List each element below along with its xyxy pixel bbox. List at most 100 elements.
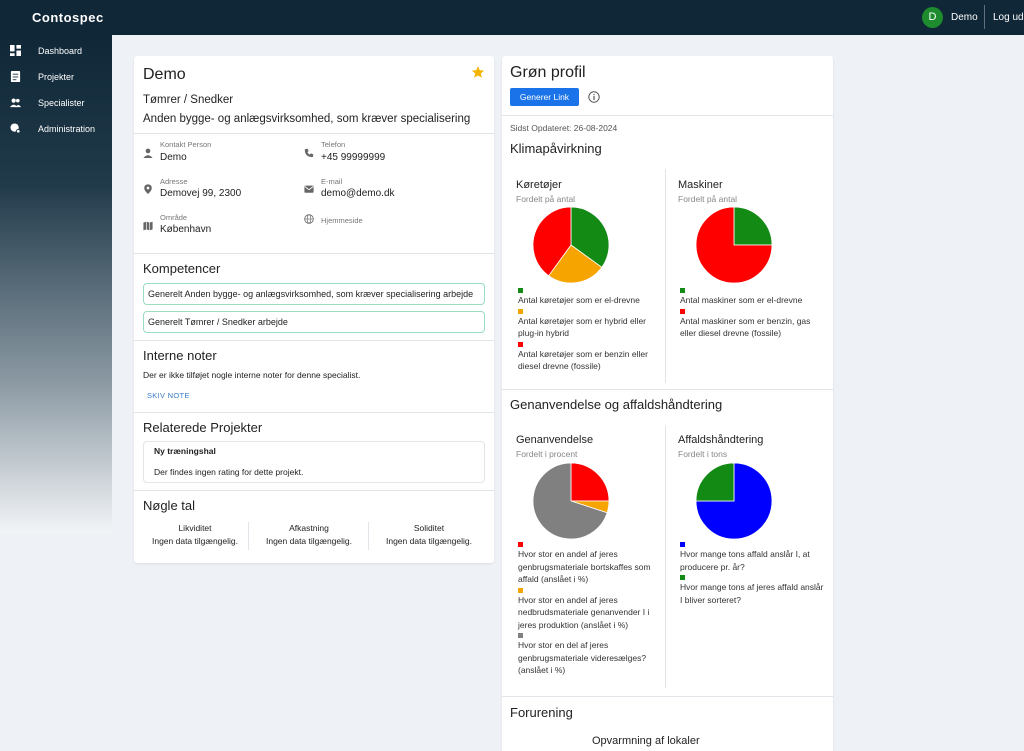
green-profile-title: Grøn profil [510,64,586,81]
recycling-title: Genanvendelse og affaldshåndtering [510,397,723,412]
email-label: E-mail [321,177,343,186]
key-figure-liquidity: Likviditet Ingen data tilgængelig. [136,523,254,546]
key-figure-value: Ingen data tilgængelig. [265,536,352,546]
key-figure-solidity: Soliditet Ingen data tilgængelig. [370,523,488,546]
legend-label: Hvor stor en andel af jeres nedbrudsmate… [518,594,650,630]
area-value: København [160,224,212,235]
legend-swatch [518,308,523,314]
legend-item: Antal køretøjer som er benzin eller dies… [518,341,666,373]
notes-empty-text: Der er ikke tilføjet nogle interne noter… [143,370,361,380]
green-profile-card: Grøn profil Generer Link Sidst Opdateret… [502,56,833,751]
specialist-role: Tømrer / Snedker [143,94,234,106]
divider [665,169,666,383]
heating-chart-title: Opvarmning af lokaler [592,735,700,747]
competencies-title: Kompetencer [143,261,221,276]
legend-label: Antal køretøjer som er el-drevne [518,295,640,305]
legend-swatch [680,308,685,314]
divider [134,340,494,341]
divider [134,412,494,413]
climate-title: Klimapåvirkning [510,141,602,156]
divider [134,133,494,134]
chart-subtitle: Fordelt i tons [678,449,728,459]
legend-swatch [518,288,523,293]
key-figure-label: Soliditet [413,523,445,533]
person-icon [143,148,153,158]
project-rating-text: Der findes ingen rating for dette projek… [154,467,304,477]
legend-swatch [680,542,685,547]
legend-label: Antal maskiner som er benzin, gas eller … [680,315,811,339]
key-figure-value: Ingen data tilgængelig. [151,536,238,546]
pollution-title: Forurening [510,705,573,720]
sidebar-item-dashboard[interactable]: Dashboard [0,40,112,62]
map-icon [143,221,153,231]
legend-swatch [518,341,523,347]
divider [665,426,666,688]
legend-label: Hvor mange tons affald anslår I, at prod… [680,549,810,572]
pie-slice [695,462,735,502]
avatar[interactable]: D [922,7,943,28]
related-projects-title: Relaterede Projekter [143,420,263,435]
divider [368,522,369,550]
sidebar-item-label: Dashboard [38,46,83,56]
project-name: Ny træningshal [154,446,216,456]
divider [502,696,833,697]
username[interactable]: Demo [951,12,978,23]
chart-title: Maskiner [678,179,723,191]
email-value[interactable]: demo@demo.dk [321,188,395,199]
recycling-legend: Hvor stor en andel af jeres genbrugsmate… [518,542,664,679]
chart-title: Køretøjer [516,179,562,191]
phone-icon [304,148,314,158]
logout-button[interactable]: Log ud [993,12,1024,23]
key-figure-label: Afkastning [289,523,329,533]
pie-slice [733,206,773,246]
machines-legend: Antal maskiner som er el-drevne Antal mas… [680,288,828,342]
info-icon[interactable] [588,91,600,103]
address-value: Demovej 99, 2300 [160,188,242,199]
project-card[interactable]: Ny træningshal Der findes ingen rating f… [143,441,485,483]
contact-value: Demo [160,152,187,163]
legend-item: Hvor stor en del af jeres genbrugsmateri… [518,633,664,677]
chart-title: Genanvendelse [516,434,594,446]
app-logo[interactable]: Contospec [32,10,104,25]
chart-subtitle: Fordelt i procent [516,449,578,459]
legend-swatch [518,587,523,593]
legend-label: Antal køretøjer som er benzin eller dies… [518,348,648,372]
address-label: Adresse [160,177,188,186]
machines-pie-chart [695,206,773,284]
divider [502,389,833,390]
sidebar-item-label: Administration [38,124,96,134]
star-icon[interactable] [471,65,485,79]
competency-item[interactable]: Generelt Tømrer / Snedker arbejde [143,311,485,333]
legend-item: Antal køretøjer som er el-drevne [518,288,666,307]
legend-item: Hvor mange tons af jeres affald anslår I… [680,575,826,606]
sidebar-item-specialister[interactable]: Specialister [0,92,112,114]
legend-label: Hvor stor en andel af jeres genbrugsmate… [518,549,651,584]
legend-label: Hvor mange tons af jeres affald anslår I… [680,582,824,605]
dashboard-icon [10,45,21,56]
document-icon [10,71,21,82]
notes-title: Interne noter [143,348,217,363]
divider [502,115,833,116]
sidebar: Dashboard Projekter Specialister Adminis… [0,35,112,533]
legend-item: Antal maskiner som er benzin, gas eller … [680,308,828,340]
write-note-button[interactable]: SKIV NOTE [147,391,190,400]
sidebar-item-label: Projekter [38,72,75,82]
phone-value[interactable]: +45 99999999 [321,152,385,163]
generate-link-button[interactable]: Generer Link [510,88,579,106]
website-label[interactable]: Hjemmeside [321,216,363,225]
competency-item[interactable]: Generelt Anden bygge- og anlægsvirksomhe… [143,283,485,305]
specialist-description: Anden bygge- og anlægsvirksomhed, som kr… [143,113,471,125]
top-bar: Contospec D Demo Log ud [0,0,1024,35]
legend-item: Hvor mange tons affald anslår I, at prod… [680,542,826,573]
specialist-name: Demo [143,66,186,83]
topbar-divider [984,5,985,29]
location-icon [144,184,152,194]
legend-swatch [680,288,685,293]
divider [134,253,494,254]
sidebar-item-projekter[interactable]: Projekter [0,66,112,88]
admin-icon [10,123,21,134]
legend-swatch [518,633,523,638]
area-label: Område [160,213,188,222]
legend-swatch [518,542,523,547]
sidebar-item-administration[interactable]: Administration [0,118,112,140]
